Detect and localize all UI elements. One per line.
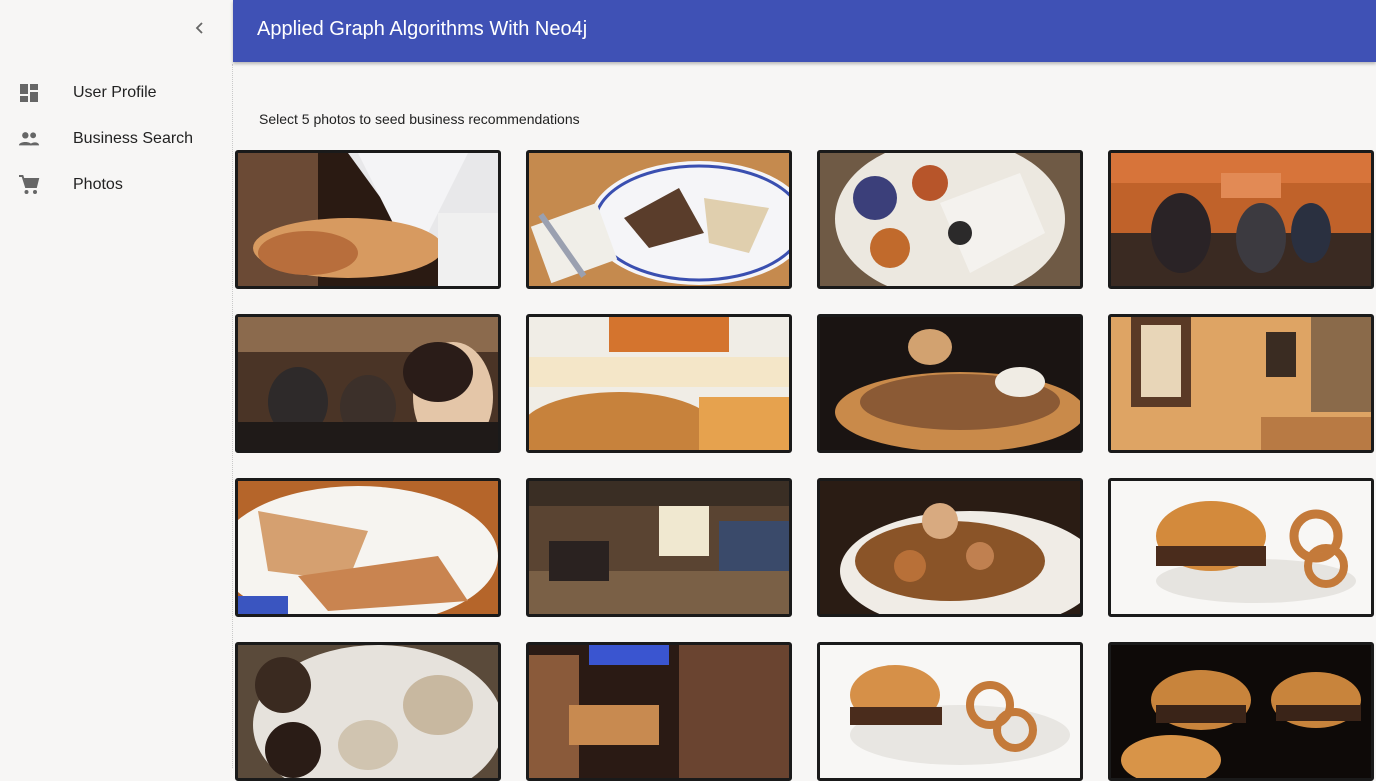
photo-tile[interactable]	[817, 642, 1083, 781]
sidebar: User Profile Business Search Photos	[0, 0, 232, 768]
photo-tile[interactable]	[235, 478, 501, 617]
photo-tile[interactable]	[526, 150, 792, 289]
photo-tile[interactable]	[1108, 478, 1374, 617]
photo-tile[interactable]	[817, 314, 1083, 453]
main-content: Select 5 photos to seed business recomme…	[233, 64, 1376, 781]
photo-tile[interactable]	[526, 642, 792, 781]
photo-tile[interactable]	[235, 150, 501, 289]
photo-tile[interactable]	[526, 314, 792, 453]
sidebar-item-label: User Profile	[73, 84, 157, 101]
sidebar-item-photos[interactable]: Photos	[0, 162, 232, 208]
dashboard-icon	[18, 82, 40, 104]
photo-tile[interactable]	[1108, 642, 1374, 781]
cart-icon	[18, 174, 40, 196]
collapse-sidebar-button[interactable]	[188, 18, 212, 42]
people-icon	[18, 128, 40, 150]
sidebar-item-label: Photos	[73, 176, 123, 193]
sidebar-item-user-profile[interactable]: User Profile	[0, 70, 232, 116]
sidebar-item-business-search[interactable]: Business Search	[0, 116, 232, 162]
photo-tile[interactable]	[235, 642, 501, 781]
photo-tile[interactable]	[817, 478, 1083, 617]
app-title: Applied Graph Algorithms With Neo4j	[257, 18, 588, 40]
photo-tile[interactable]	[817, 150, 1083, 289]
photo-grid	[235, 150, 1376, 781]
photo-tile[interactable]	[1108, 150, 1374, 289]
photo-tile[interactable]	[526, 478, 792, 617]
instruction-text: Select 5 photos to seed business recomme…	[259, 111, 580, 127]
photo-tile[interactable]	[1108, 314, 1374, 453]
photo-tile[interactable]	[235, 314, 501, 453]
app-bar: Applied Graph Algorithms With Neo4j	[233, 0, 1376, 62]
sidebar-item-label: Business Search	[73, 130, 194, 147]
chevron-left-icon	[193, 21, 207, 40]
